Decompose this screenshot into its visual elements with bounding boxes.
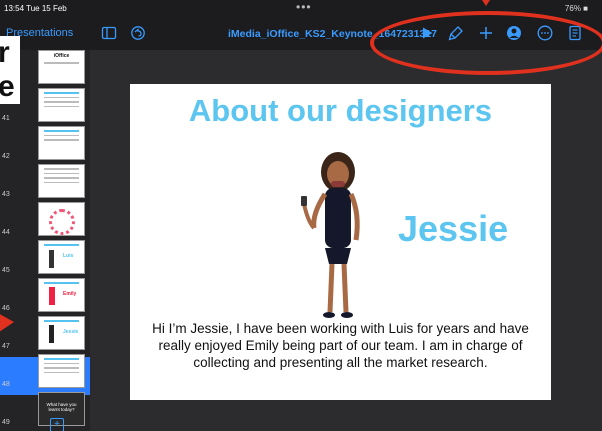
status-time: 13:54 Tue 15 Feb — [4, 4, 67, 13]
slide-number: 43 — [2, 191, 10, 198]
slide-thumbnail[interactable]: 44 — [0, 202, 90, 238]
slide-preview — [38, 88, 85, 122]
slide-title[interactable]: About our designers — [130, 93, 551, 129]
slide-preview: Emily — [38, 278, 85, 312]
slide-number: 45 — [2, 267, 10, 274]
annotation-arrow-icon — [0, 314, 14, 332]
slide-body-text[interactable]: Hi I’m Jessie, I have been working with … — [144, 320, 537, 371]
sidebar-icon[interactable] — [101, 25, 117, 41]
slide-number: 41 — [2, 115, 10, 122]
slide-preview-title: iOffice — [53, 53, 70, 59]
external-annotation-text: re — [0, 36, 20, 104]
slide-number: 49 — [2, 419, 10, 426]
slide-navigator: 40 iOffice 41 42 43 44 45 Luis 46 Emily … — [0, 50, 90, 431]
multitask-dots-icon[interactable]: ••• — [296, 0, 312, 14]
slide-thumbnail[interactable]: 42 — [0, 126, 90, 162]
annotation-arrow-top-icon — [482, 0, 490, 6]
slide-preview-title: Jessie — [63, 329, 79, 335]
slide-preview: Luis — [38, 240, 85, 274]
ipad-screen: 13:54 Tue 15 Feb ••• 76% ■ Presentations… — [0, 0, 602, 431]
slide-number: 42 — [2, 153, 10, 160]
slide-thumbnail[interactable]: 48 — [0, 354, 90, 390]
add-slide-button[interactable]: + — [50, 418, 64, 431]
slide-preview-title: What have you learnt today? — [46, 402, 77, 412]
designer-name[interactable]: Jessie — [398, 208, 508, 250]
slide-number: 47 — [2, 343, 10, 350]
slide-preview — [38, 126, 85, 160]
slide-preview — [38, 164, 85, 198]
slide-thumbnail[interactable]: 45 Luis — [0, 240, 90, 276]
slide-number: 44 — [2, 229, 10, 236]
slide-thumbnail[interactable]: 43 — [0, 164, 90, 200]
slide-preview-title: Emily — [63, 291, 77, 297]
slide-preview: Jessie — [38, 316, 85, 350]
slide-thumbnail[interactable]: 49 What have you learnt today? — [0, 392, 90, 428]
undo-icon[interactable] — [130, 25, 146, 41]
character-illustration[interactable] — [298, 144, 378, 322]
slide-preview: iOffice — [38, 50, 85, 84]
slide-preview-title: Luis — [63, 253, 74, 259]
battery-status: 76% ■ — [564, 4, 588, 13]
current-slide[interactable]: About our designers Jessie Hi I’m Jessie… — [130, 84, 551, 400]
slide-preview — [38, 202, 85, 236]
annotation-ellipse — [370, 11, 602, 75]
slide-number: 48 — [2, 381, 10, 388]
slide-preview — [38, 354, 85, 388]
